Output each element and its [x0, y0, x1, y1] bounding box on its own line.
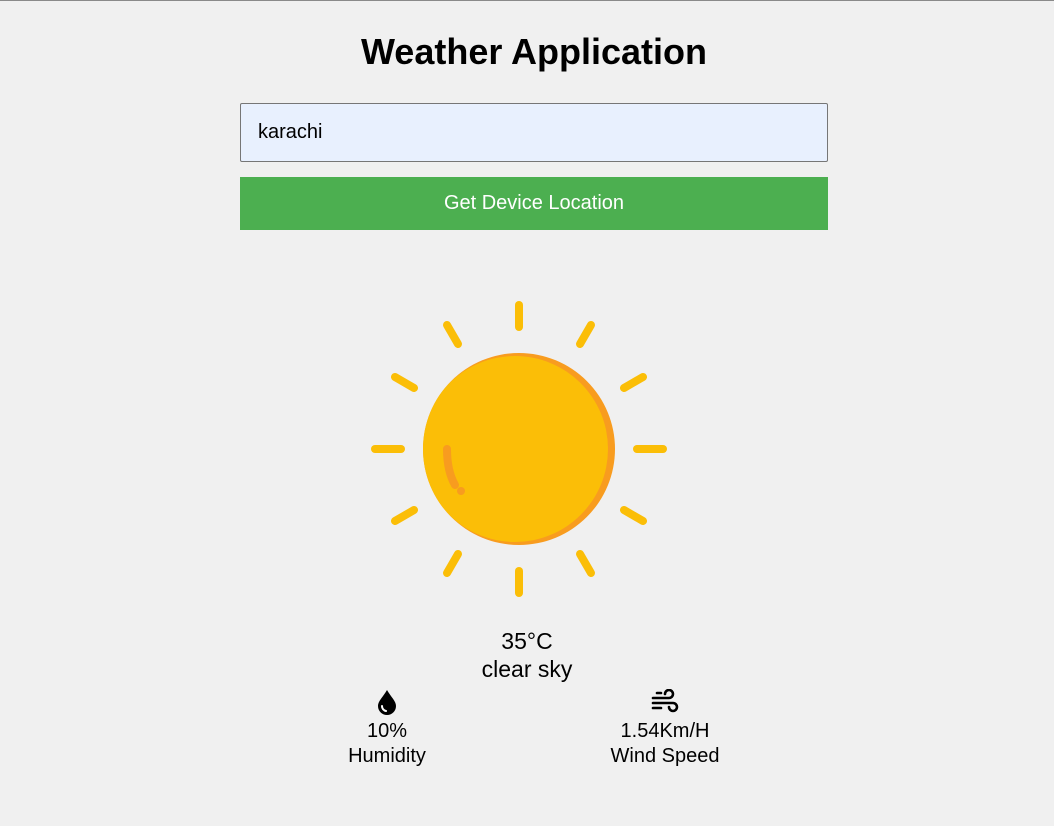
humidity-value: 10% [366, 720, 408, 742]
sun-icon [369, 299, 669, 599]
wind-speed-label: Wind Speed [610, 745, 720, 767]
sun-icon-graphic [371, 301, 667, 597]
humidity-label: Humidity [348, 745, 426, 767]
wind-speed-value: 1.54Km/H [620, 720, 710, 742]
page-title: Weather Application [360, 31, 708, 72]
wind-icon [565, 689, 765, 719]
temperature-value: 35°C [501, 628, 553, 654]
humidity-stat: 10% Humidity [287, 689, 487, 769]
weather-description: clear sky [481, 656, 573, 682]
water-drop-icon [287, 689, 487, 719]
city-search-input[interactable] [240, 103, 828, 162]
wind-stat: 1.54Km/H Wind Speed [565, 689, 765, 769]
get-device-location-button[interactable]: Get Device Location [240, 177, 828, 230]
